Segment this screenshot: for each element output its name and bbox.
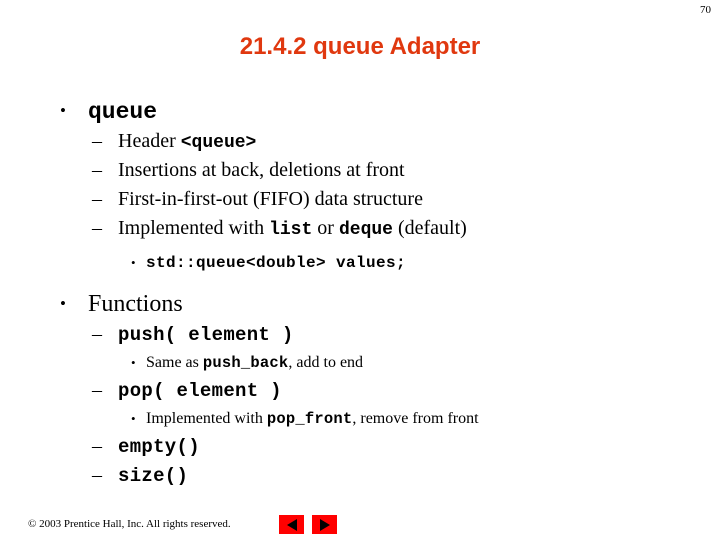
- function-detail: Same as push_back, add to end: [146, 350, 363, 376]
- page-number: 70: [700, 4, 711, 16]
- function-signature: size(): [118, 465, 189, 487]
- slide-body: • queue – Header <queue> – Insertions at…: [0, 96, 720, 491]
- copyright-notice: © 2003 Prentice Hall, Inc. All rights re…: [28, 518, 231, 530]
- slide-navigation: [279, 515, 337, 534]
- bullet-marker-icon: •: [131, 355, 136, 370]
- triangle-right-icon: [319, 518, 330, 531]
- dash-marker-icon: –: [92, 323, 102, 345]
- dash-marker-icon: –: [92, 435, 102, 457]
- detail-post: , remove from front: [352, 410, 479, 427]
- queue-declaration: std::queue<double> values;: [146, 254, 407, 272]
- bullet-implemented-with: – Implemented with list or deque (defaul…: [0, 215, 720, 244]
- detail-code: pop_front: [266, 410, 353, 428]
- function-signature: push( element ): [118, 324, 294, 346]
- page-title: 21.4.2 queue Adapter: [239, 33, 481, 60]
- item-text: First-in-first-out (FIFO) data structure: [118, 188, 423, 210]
- detail-code: push_back: [202, 354, 289, 372]
- bullet-push-detail: • Same as push_back, add to end: [0, 350, 720, 377]
- slide-canvas: 70 21.4.2 queue Adapter • queue – Header…: [0, 0, 720, 540]
- function-detail: Implemented with pop_front, remove from …: [146, 406, 479, 432]
- bullet-size-signature: – size(): [0, 462, 720, 491]
- item-text-pre: Header: [118, 130, 181, 152]
- dash-marker-icon: –: [92, 379, 102, 401]
- dash-marker-icon: –: [92, 130, 102, 152]
- item-text: Header <queue>: [118, 128, 256, 157]
- detail-pre: Same as: [146, 354, 203, 371]
- bullet-pop-signature: – pop( element ): [0, 377, 720, 406]
- previous-slide-button[interactable]: [279, 515, 304, 534]
- bullet-marker-icon: •: [60, 294, 66, 313]
- dash-marker-icon: –: [92, 159, 102, 181]
- functions-heading: Functions: [88, 291, 183, 317]
- bullet-marker-icon: •: [131, 255, 136, 270]
- item-code: <queue>: [180, 133, 257, 153]
- function-signature: empty(): [118, 436, 200, 458]
- bullet-queue: • queue: [0, 96, 720, 128]
- queue-heading: queue: [88, 99, 158, 125]
- bullet-push-signature: – push( element ): [0, 321, 720, 350]
- dash-marker-icon: –: [92, 188, 102, 210]
- bullet-pop-detail: • Implemented with pop_front, remove fro…: [0, 406, 720, 433]
- dash-marker-icon: –: [92, 464, 102, 486]
- item-code-deque: deque: [338, 220, 393, 240]
- item-text: Implemented with list or deque (default): [118, 215, 467, 244]
- bullet-insertions: – Insertions at back, deletions at front: [0, 157, 720, 186]
- bullet-queue-declaration: • std::queue<double> values;: [0, 250, 720, 277]
- bullet-empty-signature: – empty(): [0, 433, 720, 462]
- bullet-fifo: – First-in-first-out (FIFO) data structu…: [0, 186, 720, 215]
- triangle-left-icon: [286, 518, 297, 531]
- bullet-functions: • Functions: [0, 289, 720, 321]
- detail-post: , add to end: [288, 354, 364, 371]
- detail-pre: Implemented with: [146, 410, 267, 427]
- dash-marker-icon: –: [92, 217, 102, 239]
- item-text-mid: or: [312, 217, 339, 239]
- item-text-post: (default): [392, 217, 467, 239]
- bullet-header-queue: – Header <queue>: [0, 128, 720, 157]
- item-text-pre: Implemented with: [118, 217, 270, 239]
- bullet-marker-icon: •: [131, 411, 136, 426]
- bullet-marker-icon: •: [60, 101, 66, 120]
- next-slide-button[interactable]: [312, 515, 337, 534]
- item-text: Insertions at back, deletions at front: [118, 159, 405, 181]
- item-code-list: list: [269, 220, 313, 240]
- function-signature: pop( element ): [118, 380, 282, 402]
